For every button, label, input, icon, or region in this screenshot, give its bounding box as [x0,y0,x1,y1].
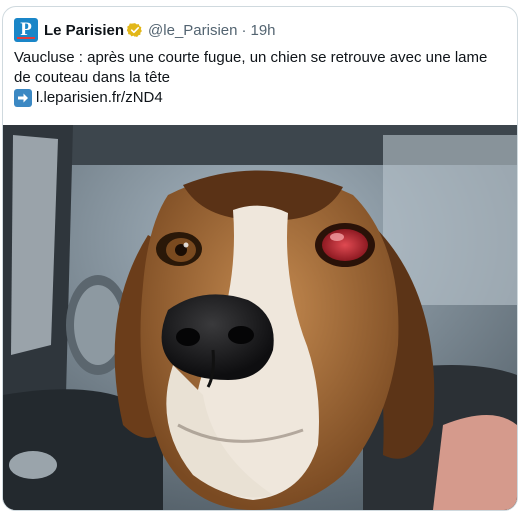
separator-dot: · [241,21,247,39]
right-arrow-icon [14,89,32,107]
tweet-body: Vaucluse : après une courte fugue, un ch… [14,48,506,108]
logo-underline [17,37,35,39]
tweet-card[interactable]: P Le Parisien @le_Parisien · 19h Vauclus… [2,6,518,511]
link-line: l.leparisien.fr/zND4 [14,88,506,108]
le-parisien-logo[interactable]: P [14,18,38,42]
tweet-time[interactable]: 19h [250,22,275,39]
tweet-header: P Le Parisien @le_Parisien · 19h [14,17,276,43]
tweet-photo[interactable] [3,125,517,510]
beagle-photo-illustration [3,125,517,510]
logo-letter: P [20,18,32,40]
author-name[interactable]: Le Parisien [44,22,124,39]
verified-badge-icon [127,22,143,38]
tweet-text: Vaucluse : après une courte fugue, un ch… [14,49,488,86]
article-link[interactable]: l.leparisien.fr/zND4 [36,88,163,108]
author-handle[interactable]: @le_Parisien [148,22,237,39]
